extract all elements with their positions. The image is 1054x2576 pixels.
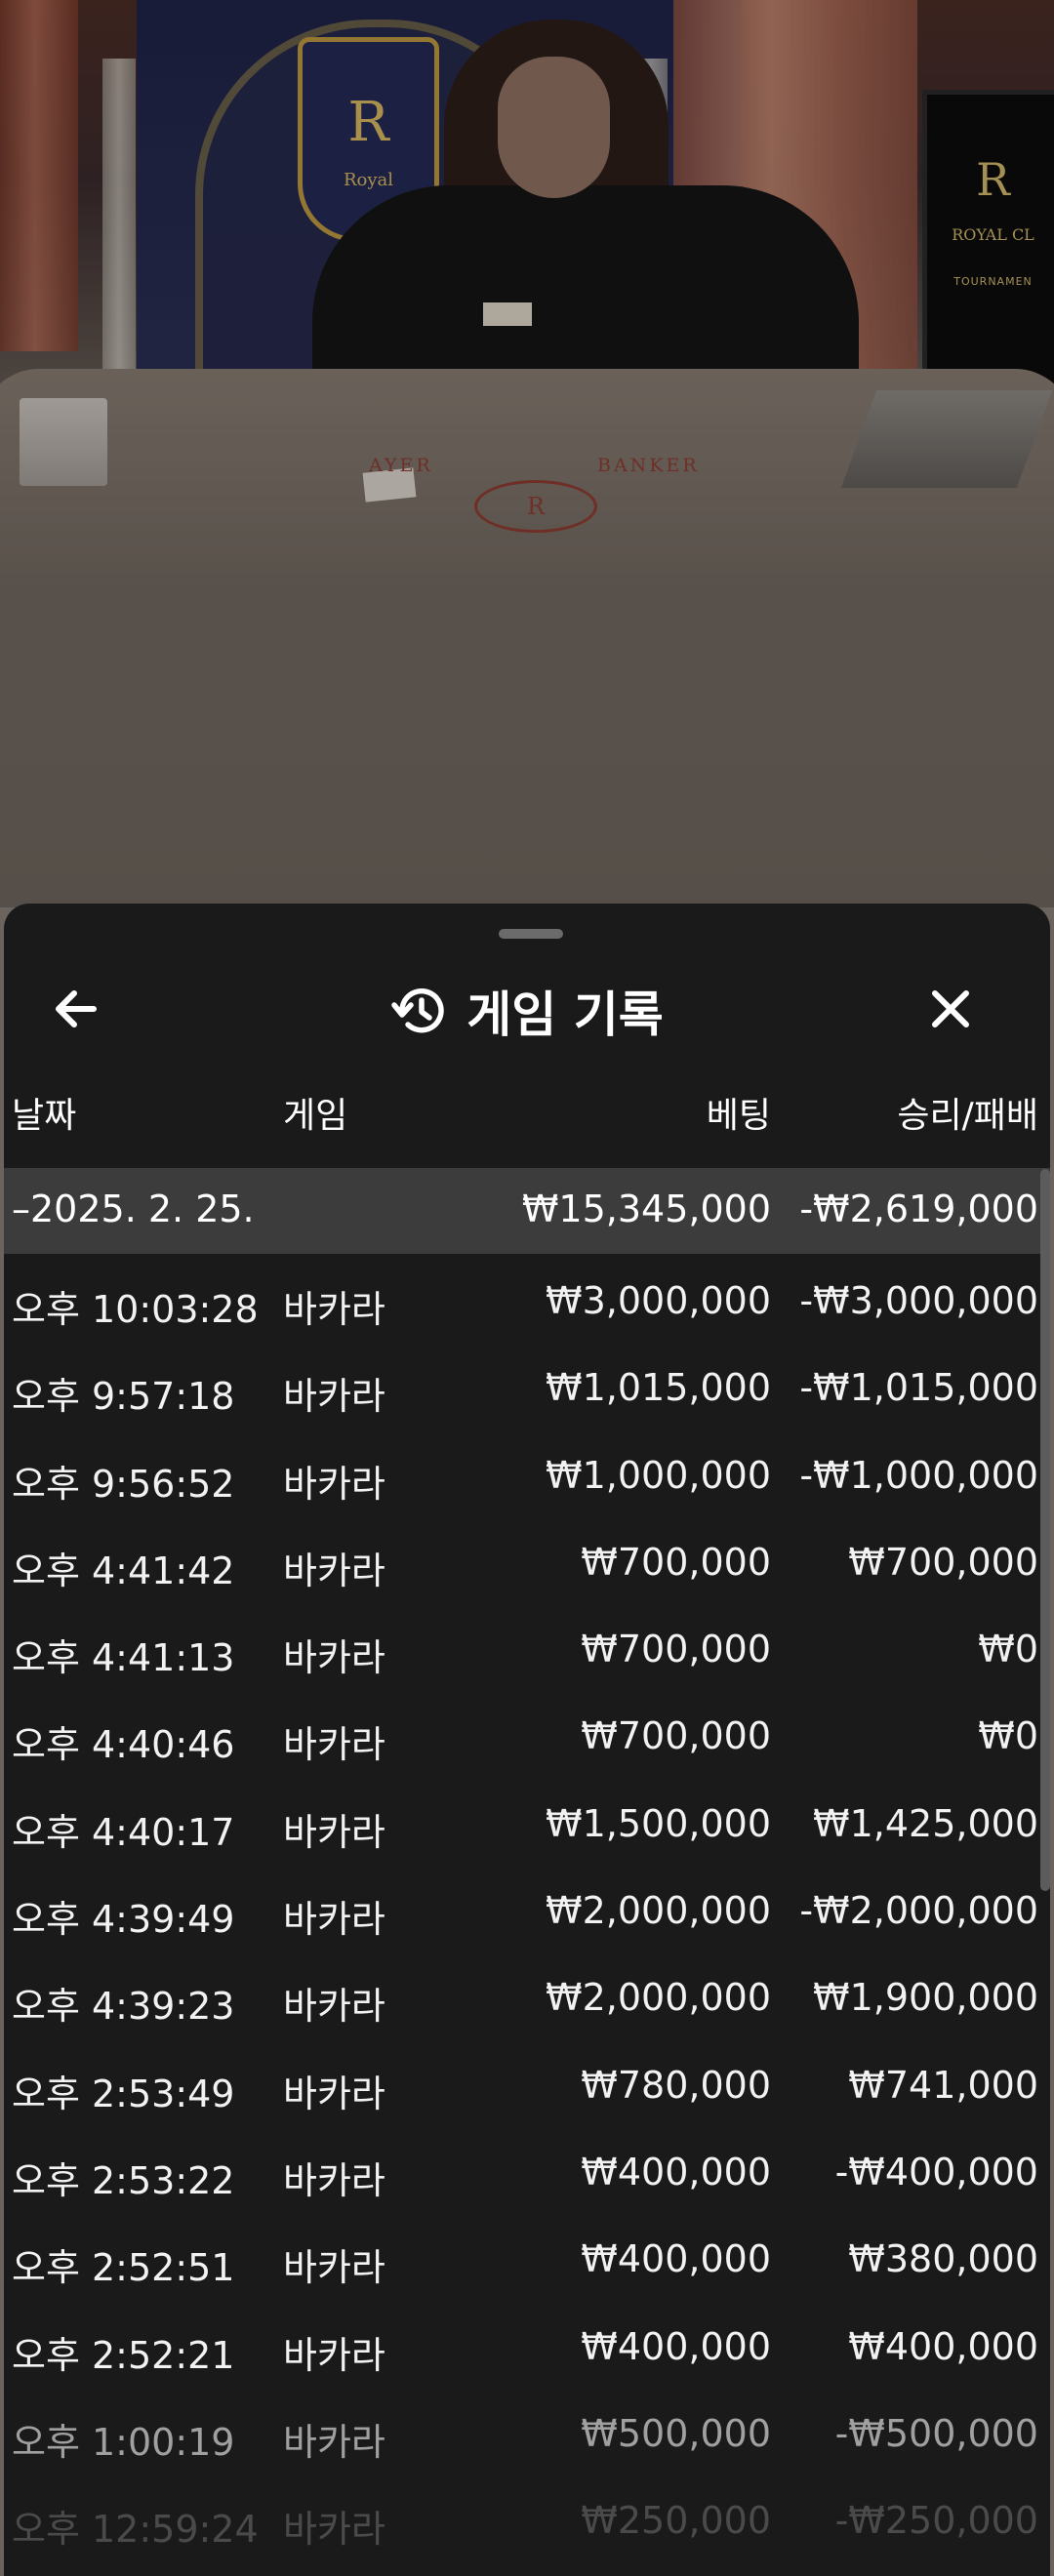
group-result-total: -₩2,619,000 [799, 1187, 1038, 1230]
row-result: ₩380,000 [848, 2237, 1038, 2281]
row-game: 바카라 [283, 1723, 385, 1767]
table-row[interactable]: 오후 2:53:22 바카라 ₩400,000 -₩400,000 [4, 2129, 1050, 2216]
row-result: ₩0 [978, 1714, 1038, 1758]
row-game: 바카라 [283, 1462, 385, 1506]
row-bet: ₩2,000,000 [546, 1976, 771, 2020]
row-game: 바카라 [283, 1375, 385, 1419]
group-bet-total: ₩15,345,000 [521, 1187, 771, 1230]
row-game: 바카라 [283, 2158, 385, 2202]
table-row[interactable]: 오후 12:59:24 바카라 ₩250,000 -₩250,000 [4, 2477, 1050, 2564]
drag-handle[interactable] [499, 929, 563, 939]
page-title: 게임 기록 [466, 986, 664, 1043]
table-row[interactable]: 오후 10:03:28 바카라 ₩3,000,000 -₩3,000,000 [4, 1258, 1050, 1345]
row-bet: ₩400,000 [581, 2150, 771, 2194]
row-bet: ₩2,000,000 [546, 1889, 771, 1933]
row-time: 오후 4:40:46 [12, 1723, 235, 1767]
row-game: 바카라 [283, 1549, 385, 1592]
row-bet: ₩1,000,000 [546, 1453, 771, 1497]
date-group-row[interactable]: –2025. 2. 25. ₩15,345,000 -₩2,619,000 [4, 1168, 1050, 1254]
row-bet: ₩700,000 [581, 1628, 771, 1671]
row-time: 오후 2:53:49 [12, 2072, 235, 2115]
row-bet: ₩700,000 [581, 1714, 771, 1758]
row-result: -₩2,000,000 [799, 1889, 1038, 1933]
row-bet: ₩1,500,000 [546, 1801, 771, 1845]
row-time: 오후 9:56:52 [12, 1462, 235, 1506]
row-game: 바카라 [283, 2072, 385, 2115]
row-result: -₩1,000,000 [799, 1453, 1038, 1497]
row-bet: ₩250,000 [581, 2499, 771, 2543]
row-game: 바카라 [283, 1810, 385, 1854]
row-game: 바카라 [283, 2246, 385, 2290]
row-bet: ₩780,000 [581, 2063, 771, 2107]
row-result: ₩741,000 [848, 2063, 1038, 2107]
title-group: 게임 기록 [4, 962, 1050, 1060]
history-icon [391, 988, 445, 1033]
table-row[interactable]: 오후 4:40:17 바카라 ₩1,500,000 ₩1,425,000 [4, 1781, 1050, 1868]
row-bet: ₩3,000,000 [546, 1279, 771, 1322]
row-bet: ₩700,000 [581, 1540, 771, 1584]
scrollbar[interactable] [1040, 1169, 1050, 1891]
close-button[interactable] [921, 980, 1009, 1038]
table-row[interactable]: 오후 4:41:13 바카라 ₩700,000 ₩0 [4, 1606, 1050, 1693]
group-date: –2025. 2. 25. [12, 1187, 255, 1230]
row-result: ₩1,425,000 [813, 1801, 1038, 1845]
row-bet: ₩1,015,000 [546, 1366, 771, 1410]
row-time: 오후 2:52:51 [12, 2246, 235, 2290]
row-result: -₩500,000 [834, 2411, 1038, 2455]
row-game: 바카라 [283, 2333, 385, 2377]
row-time: 오후 10:03:28 [12, 1288, 259, 1331]
row-game: 바카라 [283, 2508, 385, 2552]
row-result: ₩400,000 [848, 2324, 1038, 2368]
table-row[interactable]: 오후 4:41:42 바카라 ₩700,000 ₩700,000 [4, 1519, 1050, 1606]
table-row[interactable]: 오후 2:53:49 바카라 ₩780,000 ₩741,000 [4, 2042, 1050, 2129]
column-header-result: 승리/패배 [897, 1096, 1038, 1136]
row-time: 오후 4:39:49 [12, 1898, 235, 1942]
game-history-sheet: 게임 기록 날짜 게임 베팅 승리/패배 –2025. 2. 25. ₩15,3… [4, 904, 1050, 2576]
column-header-game: 게임 [283, 1096, 348, 1136]
table-row[interactable]: 오후 9:57:18 바카라 ₩1,015,000 -₩1,015,000 [4, 1345, 1050, 1431]
row-result: ₩0 [978, 1628, 1038, 1671]
row-time: 오후 2:52:21 [12, 2333, 235, 2377]
table-row[interactable]: 오후 4:39:49 바카라 ₩2,000,000 -₩2,000,000 [4, 1868, 1050, 1954]
row-result: -₩250,000 [834, 2499, 1038, 2543]
table-row[interactable]: 오후 9:56:52 바카라 ₩1,000,000 -₩1,000,000 [4, 1432, 1050, 1519]
row-game: 바카라 [283, 1898, 385, 1942]
row-time: 오후 4:40:17 [12, 1810, 235, 1854]
row-result: -₩400,000 [834, 2150, 1038, 2194]
video-dim-overlay [0, 0, 1054, 907]
table-header: 날짜 게임 베팅 승리/패배 [4, 1087, 1050, 1140]
row-game: 바카라 [283, 2420, 385, 2464]
table-row[interactable]: 오후 2:52:51 바카라 ₩400,000 ₩380,000 [4, 2216, 1050, 2303]
table-row[interactable]: 오후 2:52:21 바카라 ₩400,000 ₩400,000 [4, 2304, 1050, 2391]
row-game: 바카라 [283, 1636, 385, 1680]
row-result: ₩700,000 [848, 1540, 1038, 1584]
row-time: 오후 12:59:24 [12, 2508, 259, 2552]
table-row[interactable]: 오후 1:00:19 바카라 ₩500,000 -₩500,000 [4, 2391, 1050, 2477]
live-video-stream: R Royal R ROYAL CL TOURNAMEN AYER BANKER… [0, 0, 1054, 907]
row-bet: ₩400,000 [581, 2237, 771, 2281]
row-time: 오후 2:53:22 [12, 2158, 235, 2202]
table-row[interactable]: 오후 4:39:23 바카라 ₩2,000,000 ₩1,900,000 [4, 1954, 1050, 2041]
sheet-header: 게임 기록 [4, 962, 1050, 1060]
column-header-date: 날짜 [12, 1096, 77, 1136]
row-game: 바카라 [283, 1288, 385, 1331]
row-bet: ₩400,000 [581, 2324, 771, 2368]
row-result: -₩3,000,000 [799, 1279, 1038, 1322]
row-time: 오후 4:41:42 [12, 1549, 235, 1592]
row-result: -₩1,015,000 [799, 1366, 1038, 1410]
table-row[interactable]: 오후 4:40:46 바카라 ₩700,000 ₩0 [4, 1693, 1050, 1780]
close-icon [932, 990, 969, 1027]
column-header-bet: 베팅 [706, 1096, 771, 1136]
row-time: 오후 4:41:13 [12, 1636, 235, 1680]
row-time: 오후 9:57:18 [12, 1375, 235, 1419]
row-time: 오후 1:00:19 [12, 2420, 235, 2464]
history-list: 오후 10:03:28 바카라 ₩3,000,000 -₩3,000,000 오… [4, 1258, 1050, 2564]
row-result: ₩1,900,000 [813, 1976, 1038, 2020]
row-bet: ₩500,000 [581, 2411, 771, 2455]
row-time: 오후 4:39:23 [12, 1985, 235, 2029]
row-game: 바카라 [283, 1985, 385, 2029]
